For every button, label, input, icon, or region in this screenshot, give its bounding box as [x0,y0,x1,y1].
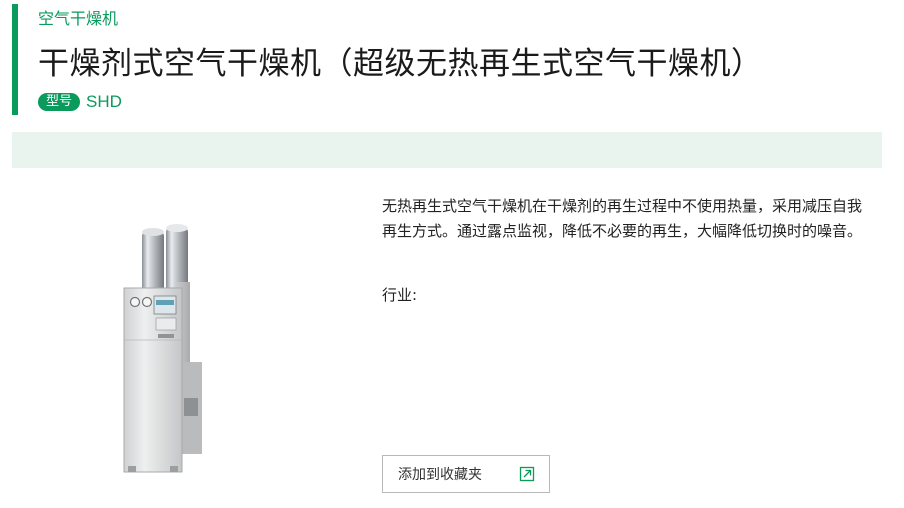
model-value: SHD [86,92,122,111]
product-header: 空气干燥机 干燥剂式空气干燥机（超级无热再生式空气干燥机） 型号 SHD [12,4,778,115]
industry-label: 行业: [382,286,418,304]
page-title: 干燥剂式空气干燥机（超级无热再生式空气干燥机） [38,46,763,82]
dryer-unit-image [123,224,202,473]
external-link-icon [519,466,535,482]
product-image [120,222,220,474]
model-row: 型号 SHD [38,90,122,114]
category-link[interactable]: 空气干燥机 [38,5,118,29]
model-badge: 型号 [38,93,81,111]
section-band [12,132,882,168]
add-to-favorites-label: 添加到收藏夹 [398,467,482,483]
add-to-favorites-button[interactable]: 添加到收藏夹 [382,455,550,493]
product-description: 无热再生式空气干燥机在干燥剂的再生过程中不使用热量，采用减压自我再生方式。通过露… [382,197,863,240]
